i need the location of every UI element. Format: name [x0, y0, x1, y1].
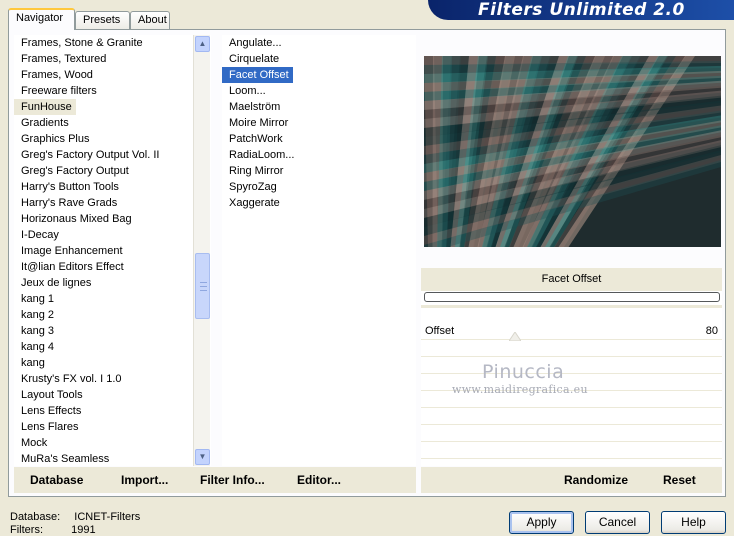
- param-row-empty: [421, 443, 722, 459]
- filter-list-item[interactable]: Moire Mirror: [222, 115, 288, 131]
- database-button[interactable]: Database: [30, 473, 83, 487]
- category-list-item[interactable]: Gradients: [14, 115, 69, 131]
- randomize-button[interactable]: Randomize: [564, 473, 628, 487]
- category-list-item[interactable]: I-Decay: [14, 227, 59, 243]
- filter-list-item[interactable]: Xaggerate: [222, 195, 280, 211]
- category-list-item[interactable]: Harry's Button Tools: [14, 179, 119, 195]
- editor-button[interactable]: Editor...: [297, 473, 341, 487]
- filter-info-button[interactable]: Filter Info...: [200, 473, 265, 487]
- import-button[interactable]: Import...: [121, 473, 168, 487]
- category-list-item[interactable]: Harry's Rave Grads: [14, 195, 117, 211]
- tab-navigator[interactable]: Navigator: [8, 8, 75, 30]
- parameter-panel: Facet Offset Offset 80: [421, 268, 722, 466]
- watermark-name: Pinuccia: [482, 361, 565, 383]
- cancel-button[interactable]: Cancel: [585, 511, 650, 534]
- list-button-bar: Database Import... Filter Info... Editor…: [14, 467, 416, 493]
- scroll-up-button[interactable]: ▲: [195, 36, 210, 52]
- param-label: Offset: [425, 325, 455, 337]
- category-list-item[interactable]: kang: [14, 355, 45, 371]
- category-list-item[interactable]: Greg's Factory Output Vol. II: [14, 147, 159, 163]
- filter-name-label: Facet Offset: [421, 268, 722, 291]
- status-database-value: ICNET-Filters: [74, 511, 141, 523]
- category-list-item[interactable]: kang 4: [14, 339, 54, 355]
- preview-artwork: [424, 56, 721, 247]
- status-filters-label: Filters:: [10, 524, 43, 536]
- filter-list[interactable]: Angulate... Cirquelate Facet Offset Loom...…: [222, 35, 416, 466]
- category-list-item[interactable]: Horizonaus Mixed Bag: [14, 211, 132, 227]
- category-list-item[interactable]: Mock: [14, 435, 47, 451]
- filter-list-item[interactable]: Facet Offset: [222, 67, 293, 83]
- category-list-item[interactable]: Greg's Factory Output: [14, 163, 129, 179]
- apply-button[interactable]: Apply: [509, 511, 574, 534]
- status-filters-value: 1991: [71, 524, 96, 536]
- category-list-item[interactable]: Layout Tools: [14, 387, 83, 403]
- tab-presets[interactable]: Presets: [75, 11, 130, 30]
- category-list-item[interactable]: Frames, Wood: [14, 67, 93, 83]
- category-list-item[interactable]: Image Enhancement: [14, 243, 123, 259]
- grip-icon: [200, 282, 207, 291]
- status-filters: Filters: 1991: [10, 524, 96, 536]
- progress-bar: [424, 292, 720, 302]
- category-list[interactable]: Frames, Stone & Granite Frames, Textured F…: [14, 35, 211, 466]
- param-row-empty: [421, 409, 722, 425]
- status-database: Database: ICNET-Filters: [10, 511, 140, 523]
- filter-list-item[interactable]: RadiaLoom...: [222, 147, 294, 163]
- help-button[interactable]: Help: [661, 511, 726, 534]
- param-row-offset[interactable]: Offset 80: [421, 324, 722, 340]
- category-list-item[interactable]: Jeux de lignes: [14, 275, 91, 291]
- param-row-empty: [421, 358, 722, 374]
- category-list-item[interactable]: Krusty's FX vol. I 1.0: [14, 371, 122, 387]
- filter-list-item[interactable]: Ring Mirror: [222, 163, 283, 179]
- category-list-item[interactable]: Lens Flares: [14, 419, 78, 435]
- category-list-item[interactable]: Frames, Textured: [14, 51, 106, 67]
- param-row-empty: [421, 341, 722, 357]
- banner-title: Filters Unlimited 2.0: [478, 0, 685, 20]
- preview-button-bar: Randomize Reset: [421, 467, 722, 493]
- scroll-thumb[interactable]: [195, 253, 210, 319]
- category-list-item[interactable]: Graphics Plus: [14, 131, 89, 147]
- category-list-item[interactable]: FunHouse: [14, 99, 76, 115]
- filter-list-item[interactable]: Maelström: [222, 99, 280, 115]
- preview-image: [424, 56, 721, 247]
- app-banner: Filters Unlimited 2.0: [428, 0, 734, 20]
- reset-button[interactable]: Reset: [663, 473, 696, 487]
- category-scrollbar[interactable]: ▲ ▼: [193, 35, 210, 466]
- filter-list-item[interactable]: Angulate...: [222, 35, 282, 51]
- divider: [421, 305, 722, 308]
- slider-marker-icon[interactable]: [509, 332, 521, 341]
- param-row-empty: [421, 426, 722, 442]
- category-list-item[interactable]: Frames, Stone & Granite: [14, 35, 143, 51]
- filter-list-item[interactable]: Cirquelate: [222, 51, 279, 67]
- category-list-item[interactable]: Lens Effects: [14, 403, 81, 419]
- category-list-item[interactable]: Freeware filters: [14, 83, 97, 99]
- status-database-label: Database:: [10, 511, 61, 523]
- param-value: 80: [705, 325, 718, 337]
- category-list-item[interactable]: It@lian Editors Effect: [14, 259, 124, 275]
- filter-list-item[interactable]: PatchWork: [222, 131, 283, 147]
- category-list-item[interactable]: kang 1: [14, 291, 54, 307]
- tab-about[interactable]: About: [130, 11, 170, 30]
- category-list-item[interactable]: kang 2: [14, 307, 54, 323]
- category-list-item[interactable]: kang 3: [14, 323, 54, 339]
- filter-list-item[interactable]: Loom...: [222, 83, 266, 99]
- scroll-down-button[interactable]: ▼: [195, 449, 210, 465]
- category-list-item[interactable]: MuRa's Seamless: [14, 451, 109, 466]
- filter-list-item[interactable]: SpyroZag: [222, 179, 277, 195]
- watermark-site: www.maidiregrafica.eu: [452, 383, 588, 396]
